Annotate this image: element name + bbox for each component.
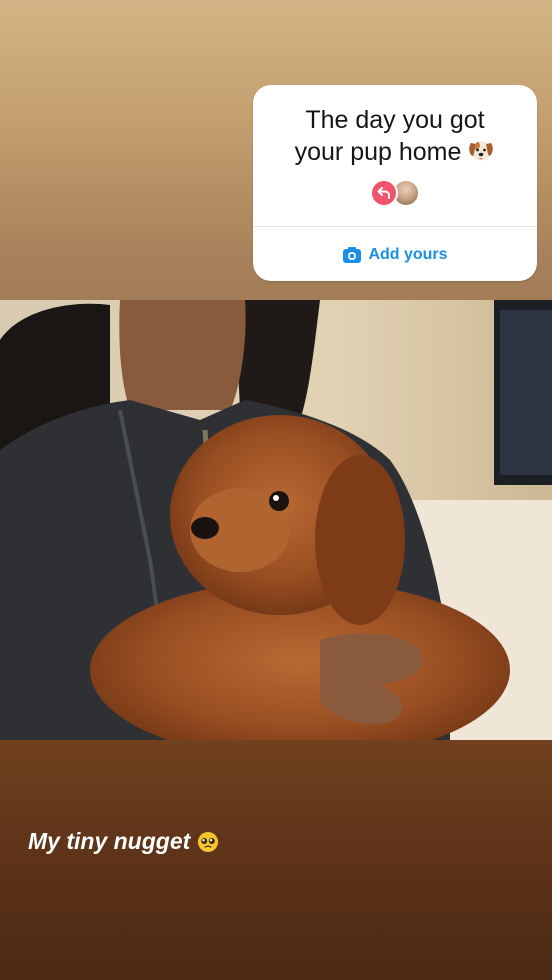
add-yours-label: Add yours bbox=[368, 246, 448, 263]
prompt-line-1: The day you got bbox=[305, 106, 485, 134]
dog-face-icon bbox=[469, 141, 494, 161]
reply-arrow-icon bbox=[377, 187, 390, 199]
story-photo bbox=[0, 300, 552, 740]
camera-icon bbox=[343, 247, 362, 263]
caption-text: My tiny nugget bbox=[28, 828, 191, 854]
participant-avatars bbox=[370, 179, 422, 209]
story-background-bottom bbox=[0, 740, 552, 980]
reply-avatar bbox=[370, 179, 398, 207]
story-caption: My tiny nugget bbox=[28, 828, 219, 855]
photo-dog bbox=[0, 300, 552, 740]
sticker-prompt: The day you got your pup home bbox=[253, 105, 537, 168]
add-yours-sticker[interactable]: The day you got your pup home Add yours bbox=[253, 85, 537, 281]
sticker-divider bbox=[253, 226, 537, 227]
prompt-line-2: your pup home bbox=[294, 138, 462, 166]
pleading-face-icon bbox=[198, 831, 219, 852]
add-yours-button[interactable]: Add yours bbox=[253, 243, 537, 267]
